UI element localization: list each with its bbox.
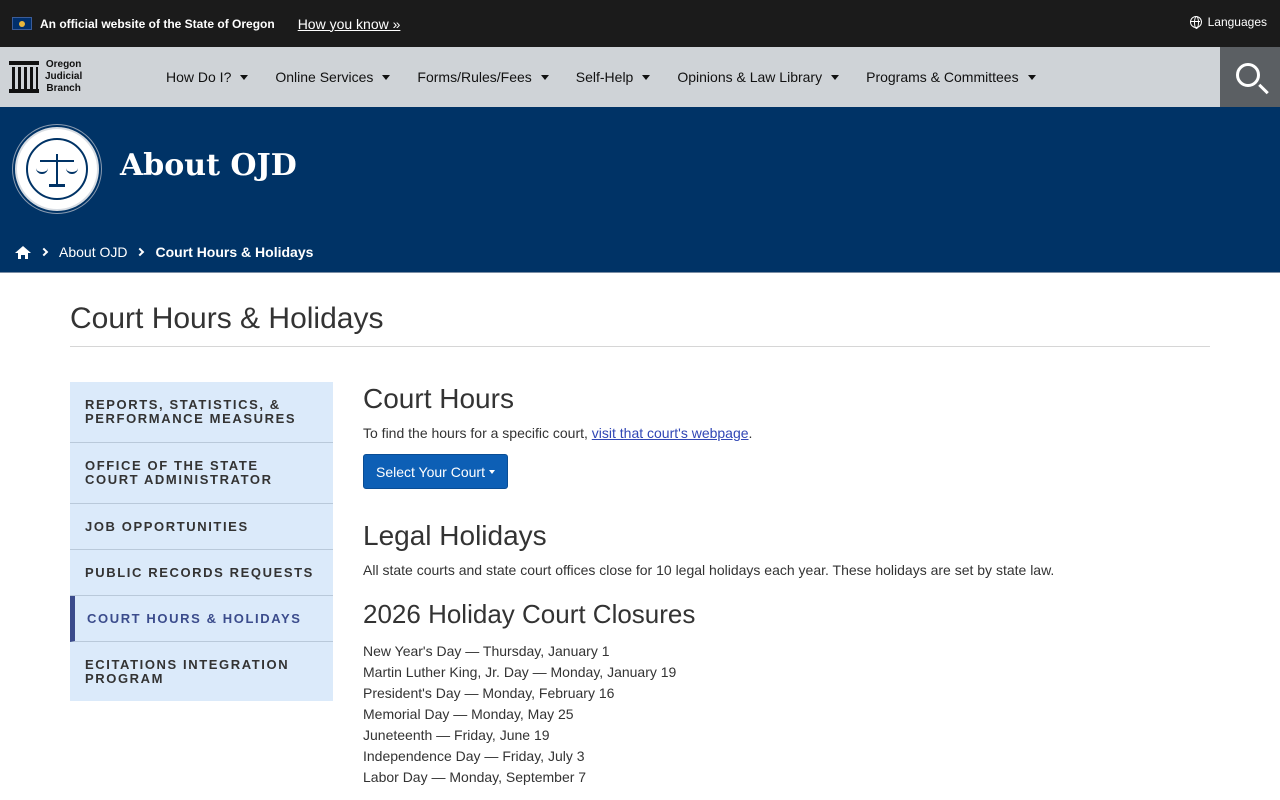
sidebar-item-state-court-administrator[interactable]: Office of the State Court Administrator	[70, 443, 333, 504]
page-title: Court Hours & Holidays	[70, 302, 384, 335]
legal-holidays-text: All state courts and state court offices…	[363, 562, 1055, 578]
court-hours-text: To find the hours for a specific court, …	[363, 425, 753, 441]
nav-item-programs-committees[interactable]: Programs & Committees	[866, 69, 1036, 85]
languages-button[interactable]: Languages	[1189, 15, 1267, 29]
caret-down-icon	[382, 74, 391, 80]
breadcrumb: About OJD Court Hours & Holidays	[15, 244, 313, 260]
list-item: President's Day — Monday, February 16	[363, 685, 615, 701]
list-item: Labor Day — Monday, September 7	[363, 769, 587, 785]
select-your-court-button[interactable]: Select Your Court	[363, 454, 508, 489]
nav-item-self-help[interactable]: Self-Help	[576, 69, 651, 85]
closures-heading: 2026 Holiday Court Closures	[363, 599, 696, 629]
list-item: New Year's Day — Thursday, January 1	[363, 643, 610, 659]
judicial-department-seal	[15, 127, 99, 211]
home-icon[interactable]	[15, 245, 31, 259]
main-content: Court Hours To find the hours for a spec…	[363, 382, 1223, 788]
ojb-logo[interactable]: Oregon Judicial Branch	[9, 59, 139, 95]
official-website-banner: An official website of the State of Oreg…	[0, 0, 1280, 47]
caret-down-icon	[240, 74, 249, 80]
breadcrumb-about-ojd[interactable]: About OJD	[59, 244, 127, 260]
list-item: Martin Luther King, Jr. Day — Monday, Ja…	[363, 664, 677, 680]
sidebar-item-court-hours-holidays[interactable]: Court Hours & Holidays	[70, 596, 333, 642]
breadcrumb-current: Court Hours & Holidays	[155, 244, 314, 260]
chevron-right-icon	[136, 247, 145, 257]
holiday-list: New Year's Day — Thursday, January 1 Mar…	[363, 641, 1223, 788]
logo-text: Oregon Judicial Branch	[45, 59, 83, 94]
list-item: Juneteenth — Friday, June 19	[363, 727, 550, 743]
caret-down-icon	[540, 74, 549, 80]
list-item: Memorial Day — Monday, May 25	[363, 706, 574, 722]
title-divider	[70, 346, 1210, 347]
nav-item-opinions-law-library[interactable]: Opinions & Law Library	[677, 69, 840, 85]
court-hours-heading: Court Hours	[363, 383, 514, 414]
chevron-right-icon	[39, 247, 49, 257]
list-item: Independence Day — Friday, July 3	[363, 748, 585, 764]
legal-holidays-heading: Legal Holidays	[363, 520, 547, 551]
caret-down-icon	[642, 74, 651, 80]
sidebar-nav: Reports, Statistics, & Performance Measu…	[70, 382, 333, 701]
search-icon	[1236, 63, 1260, 87]
sidebar-item-job-opportunities[interactable]: Job Opportunities	[70, 504, 333, 550]
sidebar-item-ecitations[interactable]: eCitations Integration Program	[70, 642, 333, 701]
nav-item-how-do-i[interactable]: How Do I?	[166, 69, 249, 85]
globe-icon	[1189, 16, 1202, 29]
caret-down-icon	[831, 74, 840, 80]
nav-menu: How Do I? Online Services Forms/Rules/Fe…	[166, 69, 1063, 85]
main-navigation: Oregon Judicial Branch How Do I? Online …	[0, 47, 1280, 107]
how-you-know-link[interactable]: How you know »	[298, 16, 401, 32]
courthouse-pillar-icon	[9, 61, 39, 93]
hero-title: About OJD	[120, 148, 297, 183]
court-webpage-link[interactable]: visit that court's webpage	[592, 425, 749, 441]
caret-down-icon	[488, 469, 495, 474]
languages-label: Languages	[1207, 15, 1267, 29]
caret-down-icon	[1027, 74, 1036, 80]
sidebar-item-reports-statistics[interactable]: Reports, Statistics, & Performance Measu…	[70, 382, 333, 443]
sidebar-item-public-records-requests[interactable]: Public Records Requests	[70, 550, 333, 596]
oregon-flag-icon	[12, 17, 32, 30]
search-button[interactable]	[1220, 47, 1280, 107]
nav-item-online-services[interactable]: Online Services	[275, 69, 391, 85]
nav-item-forms-rules-fees[interactable]: Forms/Rules/Fees	[417, 69, 549, 85]
official-website-text: An official website of the State of Oreg…	[40, 16, 275, 31]
